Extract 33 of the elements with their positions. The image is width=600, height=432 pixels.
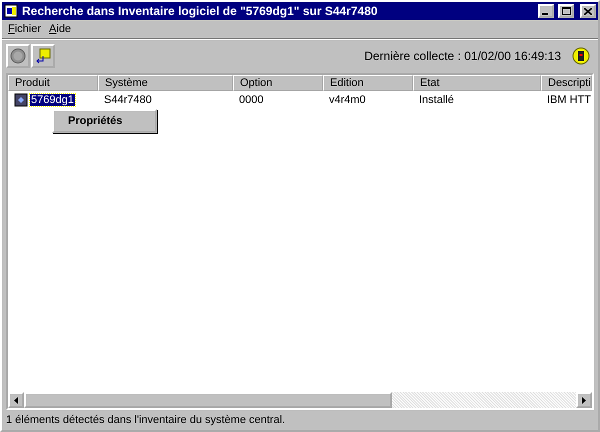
close-icon <box>584 8 592 14</box>
app-icon <box>4 4 18 18</box>
scrollbar-thumb[interactable] <box>24 392 392 408</box>
column-header[interactable]: Edition <box>323 75 413 91</box>
menu-item[interactable]: Propriétés <box>56 113 153 129</box>
minimize-button[interactable] <box>538 4 554 18</box>
table-cell: Installé <box>419 94 454 106</box>
stop-button[interactable] <box>6 44 30 68</box>
column-header[interactable]: Produit <box>8 75 98 91</box>
left-arrow-icon <box>14 396 18 404</box>
right-arrow-icon <box>582 396 586 404</box>
folder-button[interactable] <box>31 44 55 68</box>
scroll-right-button[interactable] <box>576 392 592 408</box>
last-collect-text: Dernière collecte : 01/02/00 16:49:13 <box>364 49 561 63</box>
table-cell: v4r4m0 <box>329 94 366 106</box>
scroll-left-button[interactable] <box>8 392 24 408</box>
close-button[interactable] <box>580 4 596 18</box>
window-title: Recherche dans Inventaire logiciel de "5769dg1" sur S44r7480 <box>22 4 379 18</box>
status-text: 1 éléments détectés dans l'inventaire du système central. <box>6 414 286 426</box>
menu-item[interactable]: Aide <box>47 23 74 35</box>
table-cell: S44r7480 <box>104 94 152 106</box>
table-cell: 0000 <box>239 94 264 106</box>
column-header[interactable]: Etat <box>413 75 541 91</box>
maximize-button[interactable] <box>558 4 574 18</box>
table-cell: IBM HTT <box>547 94 591 106</box>
menu-item[interactable]: Fichier <box>6 23 44 35</box>
column-header[interactable]: Option <box>233 75 323 91</box>
status-light-icon <box>572 47 590 65</box>
package-icon <box>14 92 28 106</box>
maximize-icon <box>562 7 570 15</box>
table-cell[interactable]: 5769dg1 <box>30 94 75 106</box>
column-header[interactable]: Descripti <box>541 75 592 91</box>
column-header[interactable]: Système <box>98 75 233 91</box>
